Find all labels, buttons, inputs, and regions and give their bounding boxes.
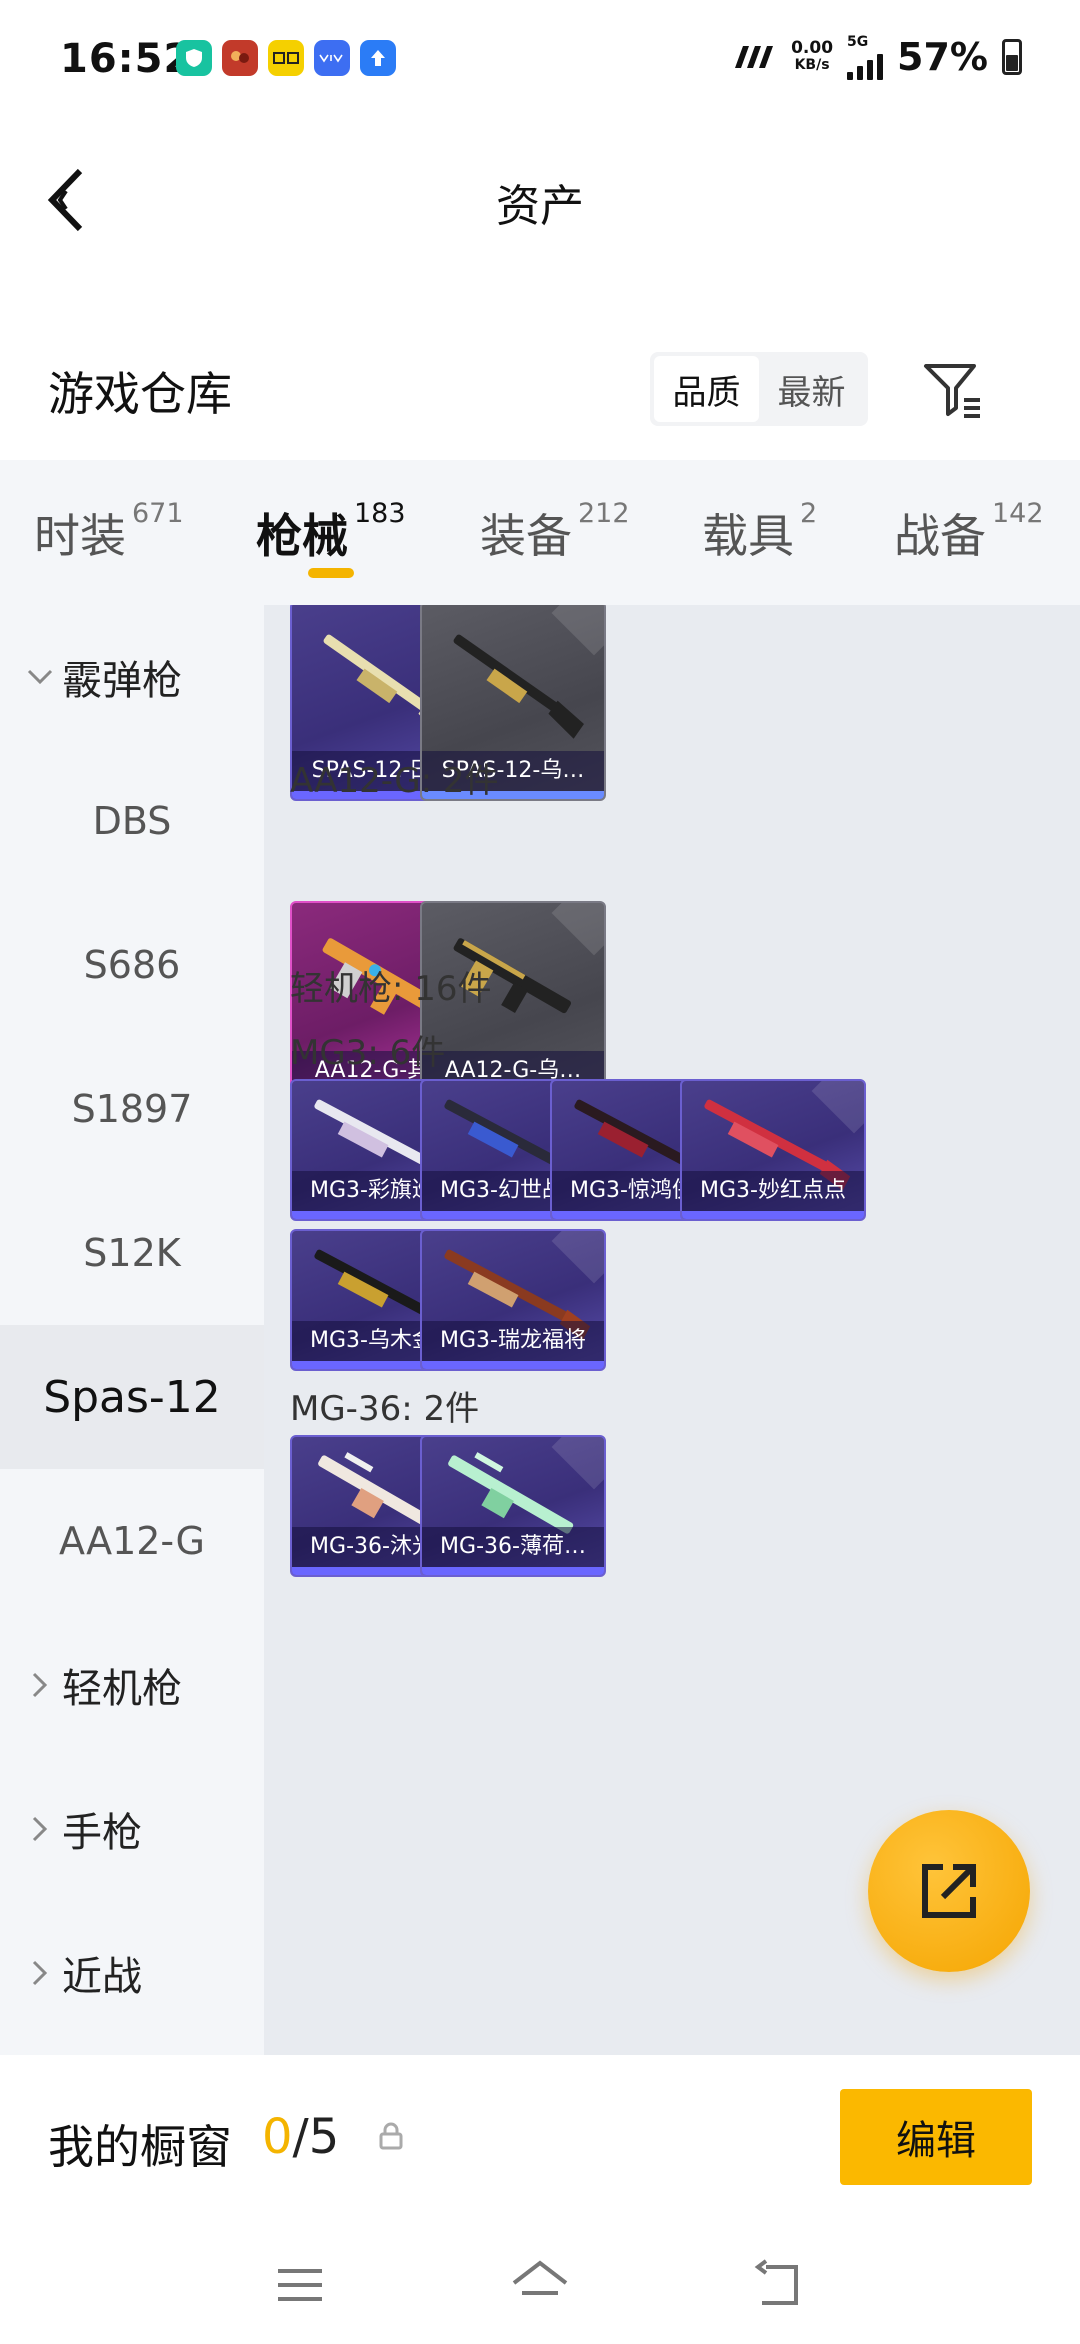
upload-app-icon: [360, 40, 396, 76]
home-icon: [512, 2260, 568, 2295]
share-icon: [922, 1864, 976, 1918]
section-heading-mg3: MG3: 6件: [290, 1033, 446, 1073]
vivo-app-icon: [314, 40, 350, 76]
weapon-card[interactable]: MG3-瑞龙福将: [420, 1229, 606, 1371]
network-type: 5G: [847, 34, 869, 50]
section-heading-lmg: 轻机枪: 16件: [290, 969, 492, 1009]
sidebar-group-pistol[interactable]: 手枪: [0, 1757, 264, 1901]
tab-vehicles[interactable]: 载具 2: [702, 498, 817, 566]
filter-icon: [924, 364, 980, 418]
sidebar-item-s12k[interactable]: S12K: [0, 1181, 264, 1325]
sort-newest-button[interactable]: 最新: [759, 356, 864, 422]
warehouse-title: 游戏仓库: [48, 367, 232, 421]
chevron-right-icon: [20, 1816, 60, 1842]
chevron-right-icon: [20, 1960, 60, 1986]
sidebar-item-dbs[interactable]: DBS: [0, 749, 264, 893]
filter-button[interactable]: [920, 358, 984, 422]
cellular-signal: 5G: [847, 34, 884, 80]
signal-speed-icon: [735, 46, 774, 68]
chevron-down-icon: [20, 669, 60, 685]
tab-fashion[interactable]: 时装 671: [34, 498, 184, 566]
shield-app-icon: [176, 40, 212, 76]
sidebar-item-s686[interactable]: S686: [0, 893, 264, 1037]
showcase-title: 我的橱窗: [48, 2120, 232, 2174]
tab-supplies[interactable]: 战备 142: [894, 498, 1044, 566]
weapon-card[interactable]: MG-36-薄荷…: [420, 1435, 606, 1577]
status-bar: 16:52 0.00 KB/s 5G 57%: [0, 0, 1080, 120]
sidebar-item-spas-12[interactable]: Spas-12: [0, 1325, 264, 1469]
home-button[interactable]: [508, 2253, 572, 2317]
status-indicators: 0.00 KB/s 5G 57%: [731, 34, 1022, 80]
status-time: 16:52: [60, 36, 193, 82]
header: 资产: [0, 120, 1080, 280]
menu-button[interactable]: [268, 2253, 332, 2317]
sidebar-group-shotgun[interactable]: 霰弹枪: [0, 605, 264, 749]
section-heading-aa12: AA12-G: 2件: [290, 761, 499, 801]
active-tab-indicator: [308, 568, 354, 578]
page-title: 资产: [496, 181, 584, 232]
showcase-count: 0/5: [262, 2109, 340, 2165]
sort-toggle: 品质 最新: [650, 352, 868, 426]
shotgun-image: [453, 634, 584, 739]
yellow-app-icon: [268, 40, 304, 76]
system-nav-bar: [0, 2225, 1080, 2344]
game-app-icon: [222, 40, 258, 76]
menu-icon: [278, 2269, 322, 2301]
signal-bars-icon: [847, 50, 884, 80]
chevron-right-icon: [20, 1672, 60, 1698]
back-nav-button[interactable]: [748, 2253, 812, 2317]
warehouse-bar: 游戏仓库 品质 最新: [0, 330, 1080, 460]
status-app-icons: [176, 40, 396, 76]
weapon-card[interactable]: MG3-妙红点点: [680, 1079, 866, 1221]
section-heading-mg36: MG-36: 2件: [290, 1389, 480, 1429]
sidebar-item-aa12-g[interactable]: AA12-G: [0, 1469, 264, 1613]
tab-firearms[interactable]: 枪械 183: [256, 498, 406, 566]
sidebar-group-lmg[interactable]: 轻机枪: [0, 1613, 264, 1757]
share-button[interactable]: [868, 1810, 1030, 1972]
showcase-bar: 我的橱窗 0/5 编辑: [0, 2055, 1080, 2225]
weapon-category-sidebar: 霰弹枪 DBS S686 S1897 S12K Spas-12 AA12-G 轻…: [0, 605, 264, 2055]
lock-icon: [379, 2122, 403, 2150]
battery-percent: 57%: [897, 35, 988, 79]
sidebar-item-s1897[interactable]: S1897: [0, 1037, 264, 1181]
sidebar-group-melee[interactable]: 近战: [0, 1901, 264, 2045]
category-tabs: 时装 671 枪械 183 装备 212 载具 2 战备 142: [0, 460, 1080, 605]
edit-button[interactable]: 编辑: [840, 2089, 1032, 2185]
tab-equipment[interactable]: 装备 212: [480, 498, 630, 566]
battery-icon: [1002, 39, 1022, 75]
return-icon: [754, 2259, 798, 2305]
sort-quality-button[interactable]: 品质: [654, 356, 759, 422]
net-speed: 0.00 KB/s: [791, 38, 834, 74]
